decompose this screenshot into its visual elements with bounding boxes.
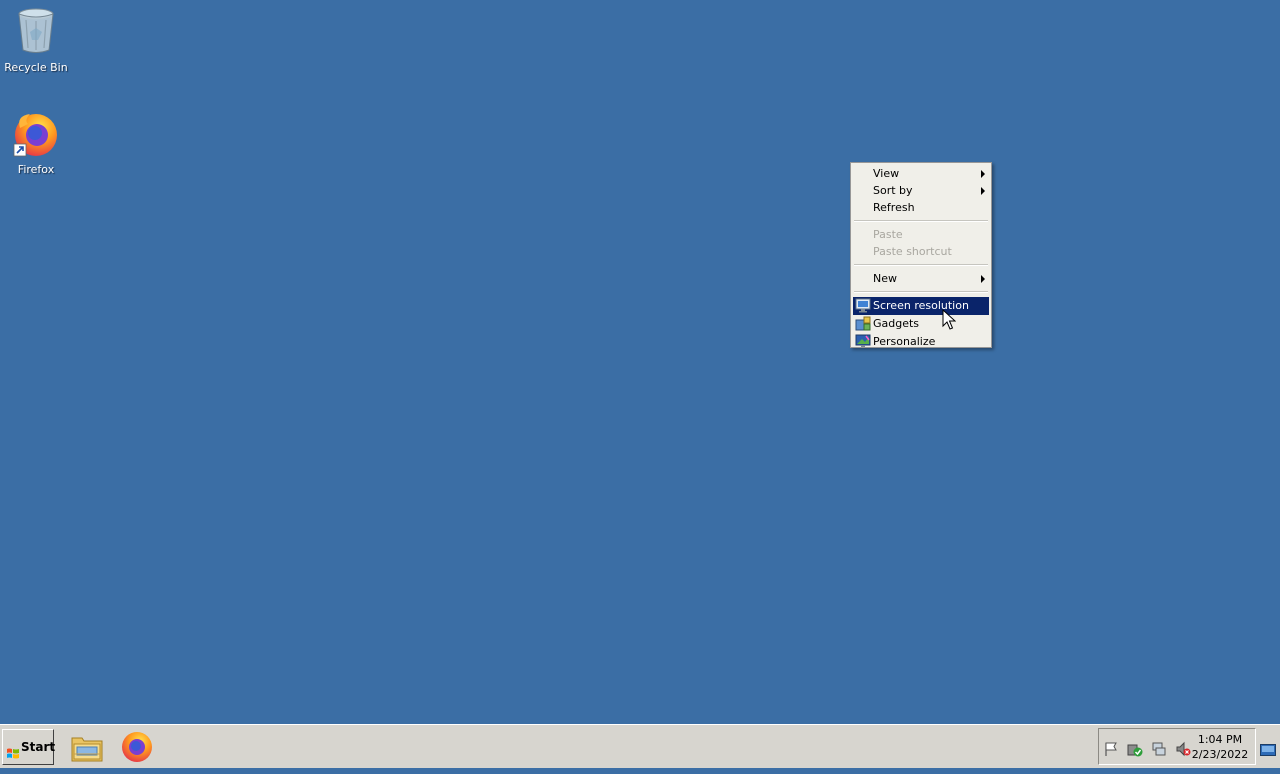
menu-item-refresh[interactable]: Refresh — [853, 199, 989, 216]
screen-resolution-icon — [855, 298, 871, 313]
gadgets-icon — [855, 316, 871, 331]
recycle-bin-icon — [0, 6, 72, 59]
taskbar-firefox-button[interactable] — [120, 730, 154, 764]
personalize-icon — [855, 334, 871, 349]
menu-item-gadgets[interactable]: Gadgets — [853, 315, 989, 333]
menu-item-label: View — [873, 167, 900, 180]
menu-item-label: Paste — [873, 228, 903, 241]
show-desktop-icon[interactable] — [1260, 741, 1276, 756]
network-icon[interactable] — [1151, 741, 1167, 757]
menu-item-label: Paste shortcut — [873, 245, 952, 258]
firefox-icon — [0, 110, 72, 161]
security-check-icon[interactable] — [1127, 741, 1143, 757]
clock-date: 2/23/2022 — [1191, 748, 1249, 761]
menu-item-paste: Paste — [853, 226, 989, 243]
menu-separator — [854, 220, 988, 222]
start-label: Start — [21, 740, 56, 754]
menu-item-label: Sort by — [873, 184, 913, 197]
desktop-icon-recycle-bin[interactable]: Recycle Bin — [0, 6, 72, 75]
windows-logo-icon — [6, 740, 20, 774]
firefox-icon — [120, 732, 154, 768]
taskbar: Start 1:04 PM 2/23/2022 — [0, 724, 1280, 768]
desktop-icon-label: Recycle Bin — [4, 61, 68, 74]
submenu-arrow-icon — [981, 187, 985, 195]
submenu-arrow-icon — [981, 170, 985, 178]
menu-item-label: New — [873, 272, 897, 285]
menu-item-screen-resolution[interactable]: Screen resolution — [853, 297, 989, 315]
action-center-flag-icon[interactable] — [1103, 741, 1119, 757]
desktop-icon-firefox[interactable]: Firefox — [0, 110, 72, 177]
menu-separator — [854, 291, 988, 293]
start-button[interactable]: Start — [2, 729, 56, 765]
menu-item-paste-shortcut: Paste shortcut — [853, 243, 989, 260]
menu-item-personalize[interactable]: Personalize — [853, 333, 989, 351]
file-explorer-icon — [70, 737, 104, 768]
desktop-context-menu: View Sort by Refresh Paste Paste shortcu… — [850, 162, 992, 348]
menu-item-sort-by[interactable]: Sort by — [853, 182, 989, 199]
menu-item-label: Personalize — [873, 335, 936, 348]
menu-item-label: Gadgets — [873, 317, 920, 330]
taskbar-file-explorer-button[interactable] — [70, 730, 104, 764]
clock-time: 1:04 PM — [1197, 733, 1243, 746]
submenu-arrow-icon — [981, 275, 985, 283]
menu-item-label: Refresh — [873, 201, 915, 214]
menu-separator — [854, 264, 988, 266]
system-clock[interactable]: 1:04 PM 2/23/2022 — [1188, 732, 1252, 762]
notification-area: 1:04 PM 2/23/2022 — [1098, 728, 1256, 765]
menu-item-new[interactable]: New — [853, 270, 989, 287]
menu-item-view[interactable]: View — [853, 165, 989, 182]
mouse-cursor-icon — [942, 308, 957, 335]
desktop-icon-label: Firefox — [17, 163, 55, 176]
